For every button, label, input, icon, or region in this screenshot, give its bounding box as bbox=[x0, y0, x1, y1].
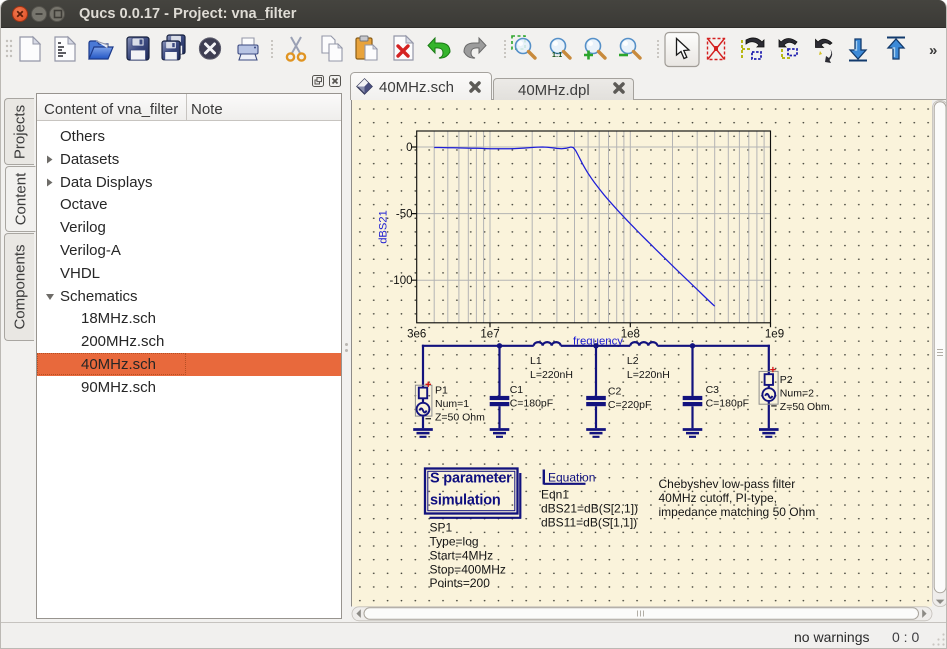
svg-text:1:1: 1:1 bbox=[552, 52, 562, 59]
svg-text:»: » bbox=[929, 42, 937, 59]
